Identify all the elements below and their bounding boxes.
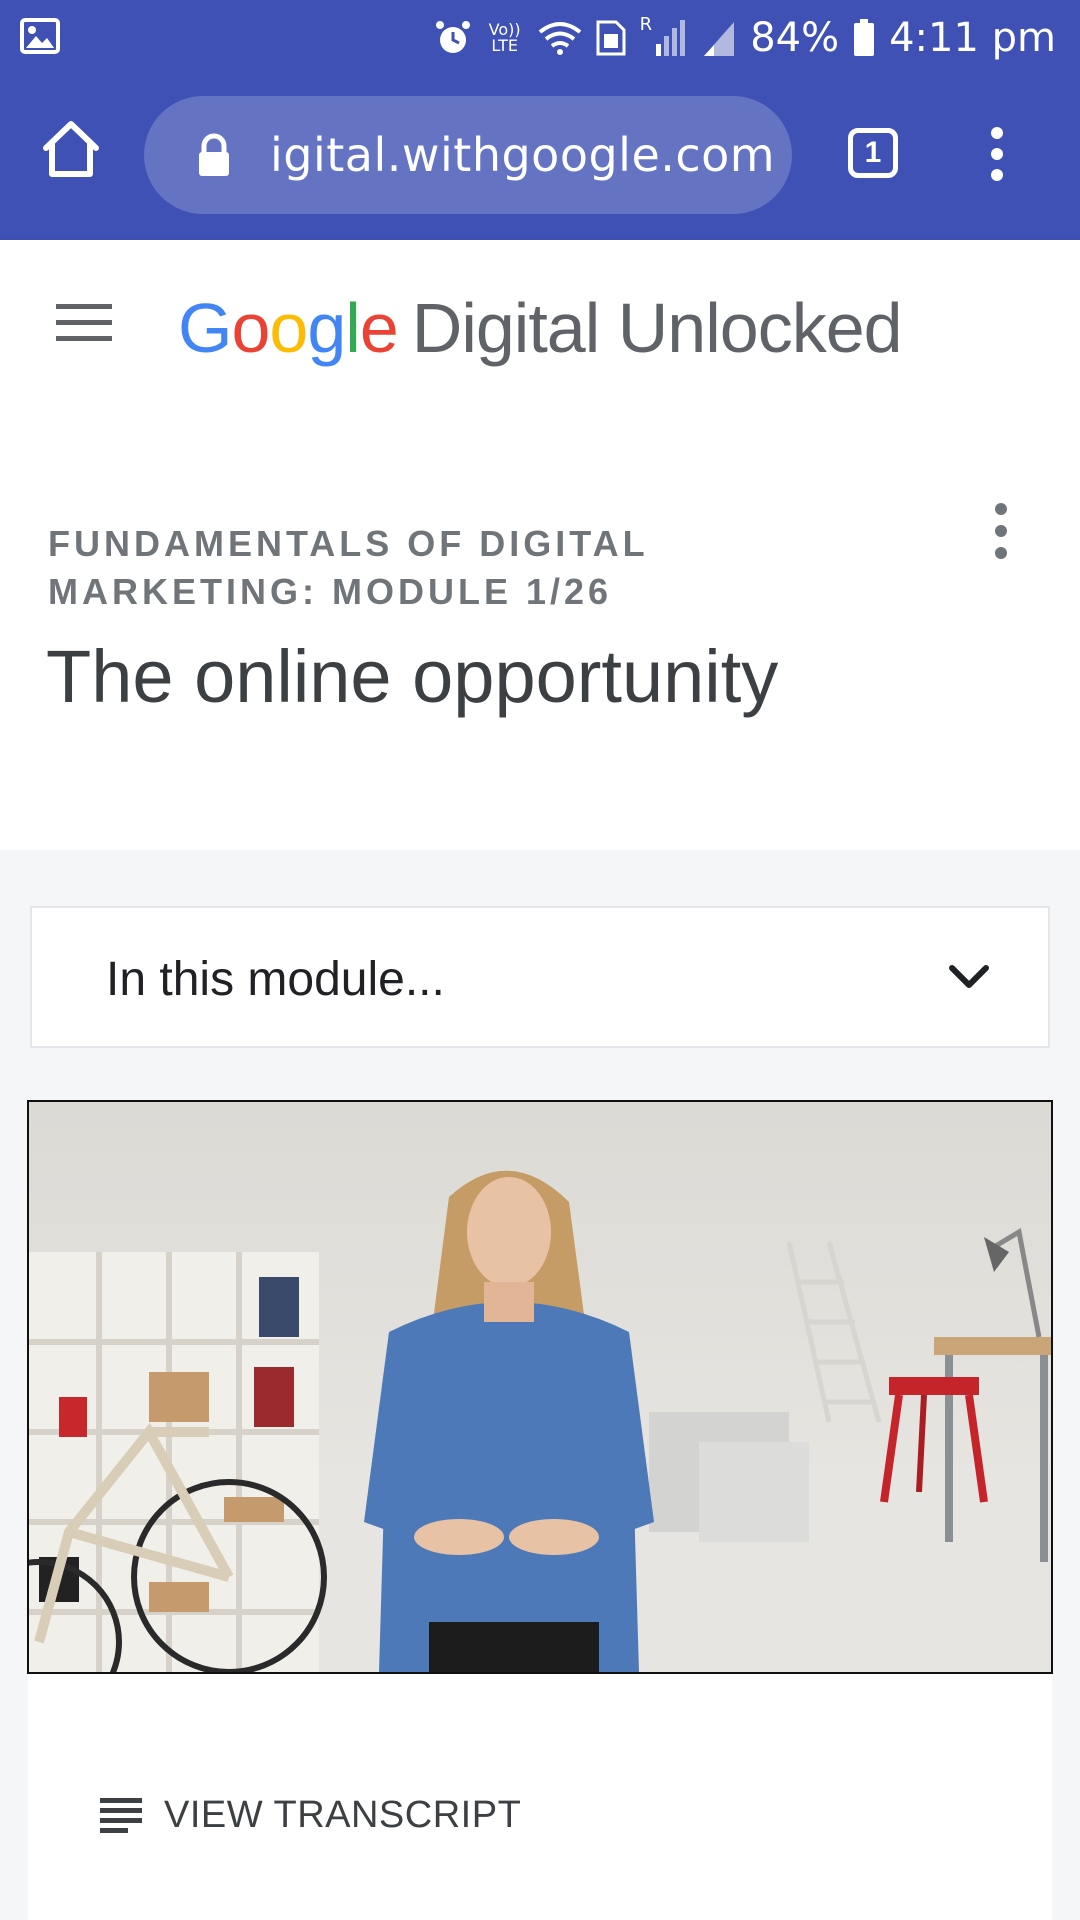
logo-letter: g [307,289,346,367]
url-bar[interactable]: igital.withgoogle.com [144,96,792,214]
logo-product-name: Digital Unlocked [411,289,903,367]
video-frame-presenter [29,1102,1051,1672]
module-title-section: FUNDAMENTALS OF DIGITAL MARKETING: MODUL… [0,408,1080,850]
roaming-indicator: R [639,14,653,35]
alarm-icon [435,21,470,53]
signal-icon-sim2 [704,22,735,56]
transcript-label: VIEW TRANSCRIPT [164,1793,522,1836]
view-transcript-button[interactable]: VIEW TRANSCRIPT [100,1790,521,1840]
status-icons: Vo)) LTE R 84% 4:11 pm [434,10,1056,66]
google-digital-unlocked-logo[interactable]: G o o g l e Digital Unlocked [178,288,903,368]
bookshelf [29,1252,319,1672]
sim-card-icon [596,20,626,56]
url-text[interactable]: igital.withgoogle.com [270,128,775,182]
status-bar: Vo)) LTE R 84% 4:11 pm [0,0,1080,76]
video-player[interactable] [27,1100,1053,1674]
tab-count: 1 [864,136,882,169]
page-title: The online opportunity [46,635,779,718]
module-label: FUNDAMENTALS OF DIGITAL MARKETING: MODUL… [48,520,768,616]
browser-toolbar: igital.withgoogle.com 1 [0,76,1080,240]
clock: 4:11 pm [889,15,1056,61]
logo-letter: e [359,289,399,367]
logo-letter: o [231,289,270,367]
hamburger-menu-button[interactable] [56,302,112,342]
dropdown-label: In this module... [106,953,445,1006]
wifi-icon [538,22,581,55]
browser-menu-button[interactable] [982,126,1012,182]
more-vert-icon [991,127,1003,181]
logo-letter: l [345,289,361,367]
module-options-button[interactable] [986,500,1016,562]
module-label-line: FUNDAMENTALS OF DIGITAL [48,523,649,564]
transcript-card: VIEW TRANSCRIPT [28,1674,1052,1920]
lock-icon [199,133,229,176]
volte-icon: Vo)) LTE [488,20,521,55]
logo-letter: G [178,289,232,367]
more-vert-icon [995,503,1007,559]
logo-letter: o [269,289,308,367]
home-button[interactable] [40,118,102,180]
tab-switcher-button[interactable]: 1 [848,128,898,178]
menu-icon [56,304,112,341]
cube [699,1442,809,1542]
site-header: G o o g l e Digital Unlocked [0,240,1080,408]
gallery-notification-icon [20,18,60,59]
signal-icon-sim1 [656,20,686,56]
battery-percent: 84% [750,15,840,61]
module-contents-dropdown[interactable]: In this module... [30,906,1050,1048]
transcript-icon [100,1798,142,1833]
chevron-down-icon [949,965,989,988]
module-label-line: MARKETING: MODULE 1/26 [48,571,613,612]
home-icon [43,121,99,177]
battery-icon [854,19,875,56]
